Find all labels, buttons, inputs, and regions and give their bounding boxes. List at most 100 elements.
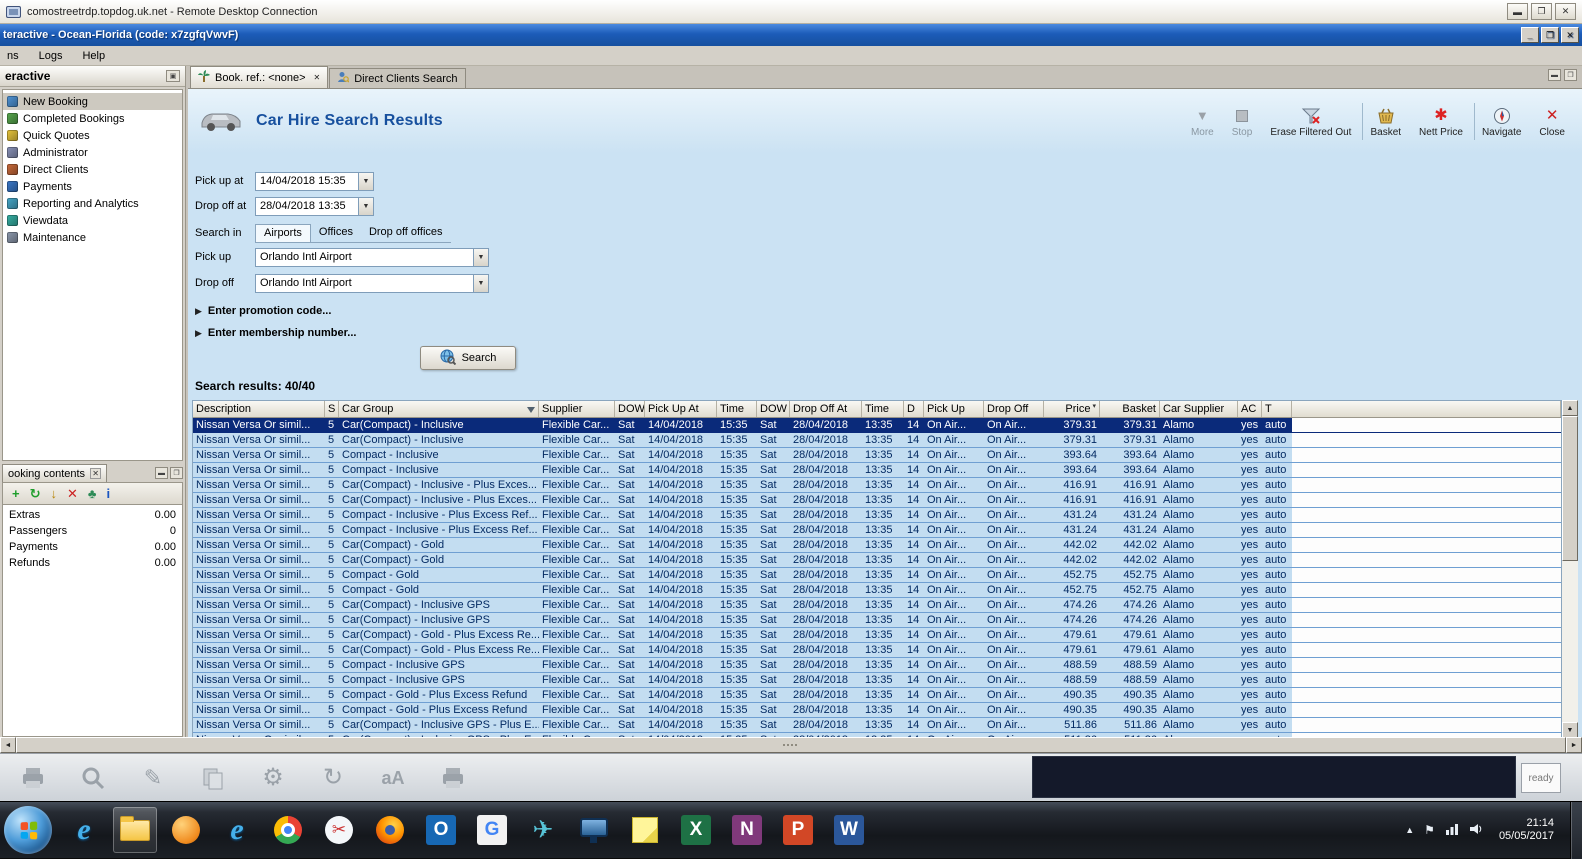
search-in-tab-offices[interactable]: Offices [311,224,361,242]
app-close-button[interactable]: ✕ [1561,27,1579,43]
add-icon[interactable]: + [12,487,20,500]
column-header-t[interactable]: T [1262,401,1292,417]
sidebar-item-maintenance[interactable]: Maintenance [3,229,182,246]
result-row[interactable]: Nissan Versa Or simil... 5 Car(Compact) - … [193,628,1561,643]
column-header-car_group[interactable]: Car Group [339,401,539,417]
search-in-tab-airports[interactable]: Airports [255,223,311,242]
result-row[interactable]: Nissan Versa Or simil... 5 Compact - Gold F… [193,583,1561,598]
rdp-minimize-button[interactable]: ▬ [1507,3,1528,20]
taskbar-chrome[interactable] [266,807,310,853]
column-header-supplier[interactable]: Supplier [539,401,615,417]
column-header-basket[interactable]: Basket [1100,401,1160,417]
tab-direct-clients-search[interactable]: Direct Clients Search [329,68,466,88]
result-row[interactable]: Nissan Versa Or simil... 5 Car(Compact) - … [193,493,1561,508]
taskbar-firefox[interactable] [368,807,412,853]
tab-book-ref-none[interactable]: Book. ref.: <none> ✕ [190,66,329,88]
volume-icon[interactable] [1469,823,1483,838]
result-row[interactable]: Nissan Versa Or simil... 5 Car(Compact) - … [193,598,1561,613]
print-icon[interactable] [16,765,50,791]
column-header-dow1[interactable]: DOW [615,401,645,417]
refresh-icon[interactable]: ↻ [316,765,350,790]
more-button[interactable]: ▼ More [1184,103,1221,140]
column-header-car_supplier[interactable]: Car Supplier [1160,401,1238,417]
app-minimize-button[interactable]: _ [1521,27,1539,43]
taskbar-internet-explorer-2[interactable]: e [215,807,259,853]
column-header-ac[interactable]: AC [1238,401,1262,417]
sidebar-item-new-booking[interactable]: New Booking [3,93,182,110]
taskbar-outlook[interactable]: O [419,807,463,853]
sidebar-item-reporting-and-analytics[interactable]: Reporting and Analytics [3,195,182,212]
transfer-icon[interactable]: ↓ [51,487,58,500]
column-header-d[interactable]: D [904,401,924,417]
column-header-s[interactable]: S [325,401,339,417]
taskbar-clock[interactable]: 21:14 05/05/2017 [1493,817,1560,843]
column-header-price[interactable]: Price ▾ [1044,401,1100,417]
rdp-close-button[interactable]: ✕ [1555,3,1576,20]
rdp-restore-button[interactable]: ❐ [1531,3,1552,20]
pickup-at-input[interactable]: 14/04/2018 15:35 [255,171,359,191]
column-header-description[interactable]: Description [193,401,325,417]
scroll-right-icon[interactable]: ► [1566,737,1582,753]
result-row[interactable]: Nissan Versa Or simil... 5 Car(Compact) - … [193,613,1561,628]
font-size-icon[interactable]: aA [376,769,410,787]
menu-item-help[interactable]: Help [80,49,107,63]
pickup-location-dropdown-icon[interactable]: ▼ [473,247,489,267]
result-row[interactable]: Nissan Versa Or simil... 5 Compact - Inclu… [193,508,1561,523]
filter-funnel-icon[interactable] [527,407,535,417]
menu-item-ns[interactable]: ns [5,49,21,63]
copy-icon[interactable] [196,765,230,791]
edit-icon[interactable]: ✎ [136,766,170,789]
vertical-scroll-track[interactable] [1562,561,1578,722]
scroll-up-icon[interactable]: ▲ [1562,400,1578,416]
taskbar-powerpoint[interactable]: P [776,807,820,853]
vertical-scroll-thumb[interactable] [1562,416,1578,561]
stop-button[interactable]: Stop [1225,103,1260,140]
result-row[interactable]: Nissan Versa Or simil... 5 Compact - Inclu… [193,658,1561,673]
result-row[interactable]: Nissan Versa Or simil... 5 Car(Compact) - … [193,553,1561,568]
pickup-at-dropdown-icon[interactable]: ▼ [358,171,374,191]
settings-icon[interactable]: ⚙ [256,765,290,790]
network-icon[interactable] [1445,823,1459,838]
info-icon[interactable]: i [106,487,110,500]
result-row[interactable]: Nissan Versa Or simil... 5 Compact - Inclu… [193,463,1561,478]
result-row[interactable]: Nissan Versa Or simil... 5 Compact - Inclu… [193,673,1561,688]
results-vertical-scrollbar[interactable]: ▲ ▼ [1562,400,1578,737]
app-restore-button[interactable]: ❐ [1541,27,1559,43]
sidebar-item-viewdata[interactable]: Viewdata [3,212,182,229]
membership-toggle[interactable]: Enter membership number... [208,327,357,339]
close-button[interactable]: ✕ Close [1532,103,1572,140]
booking-contents-tab[interactable]: ooking contents ✕ [2,464,108,482]
horizontal-scrollbar[interactable]: ◄ ► [0,737,1582,753]
result-row[interactable]: Nissan Versa Or simil... 5 Compact - Inclu… [193,448,1561,463]
dropoff-at-dropdown-icon[interactable]: ▼ [358,196,374,216]
promo-code-toggle[interactable]: Enter promotion code... [208,305,331,317]
sidebar-item-payments[interactable]: Payments [3,178,182,195]
dropoff-location-select[interactable]: Orlando Intl Airport [255,273,474,293]
result-row[interactable]: Nissan Versa Or simil... 5 Car(Compact) - … [193,643,1561,658]
booking-contents-minimize-button[interactable]: ▬ [155,467,168,479]
sidebar-collapse-icon[interactable]: ▣ [166,70,180,82]
delete-icon[interactable]: ✕ [67,487,78,500]
result-row[interactable]: Nissan Versa Or simil... 5 Car(Compact) - … [193,538,1561,553]
taskbar-snipping-tool[interactable]: ✂ [317,807,361,853]
result-row[interactable]: Nissan Versa Or simil... 5 Car(Compact) - … [193,418,1561,433]
tab-close-icon[interactable]: ✕ [314,73,321,82]
scroll-down-icon[interactable]: ▼ [1562,722,1578,737]
column-header-dow2[interactable]: DOW [757,401,790,417]
taskbar-excel[interactable]: X [674,807,718,853]
column-header-drop_off[interactable]: Drop Off [984,401,1044,417]
result-row[interactable]: Nissan Versa Or simil... 5 Compact - Inclu… [193,523,1561,538]
sidebar-item-direct-clients[interactable]: Direct Clients [3,161,182,178]
taskbar-media-player[interactable] [164,807,208,853]
tree-icon[interactable]: ♣ [88,487,97,500]
search-in-tab-drop-off-offices[interactable]: Drop off offices [361,224,451,242]
tray-expand-icon[interactable]: ▲ [1405,825,1414,835]
taskbar-onenote[interactable]: N [725,807,769,853]
search-button[interactable]: Search [420,346,516,370]
result-row[interactable]: Nissan Versa Or simil... 5 Car(Compact) - … [193,718,1561,733]
result-row[interactable]: Nissan Versa Or simil... 5 Compact - Gold F… [193,568,1561,583]
refresh-icon[interactable]: ↻ [30,487,41,500]
nett-price-button[interactable]: ✱ Nett Price [1412,103,1470,140]
erase-filtered-out-button[interactable]: Erase Filtered Out [1263,103,1358,140]
search-icon[interactable] [76,765,110,791]
